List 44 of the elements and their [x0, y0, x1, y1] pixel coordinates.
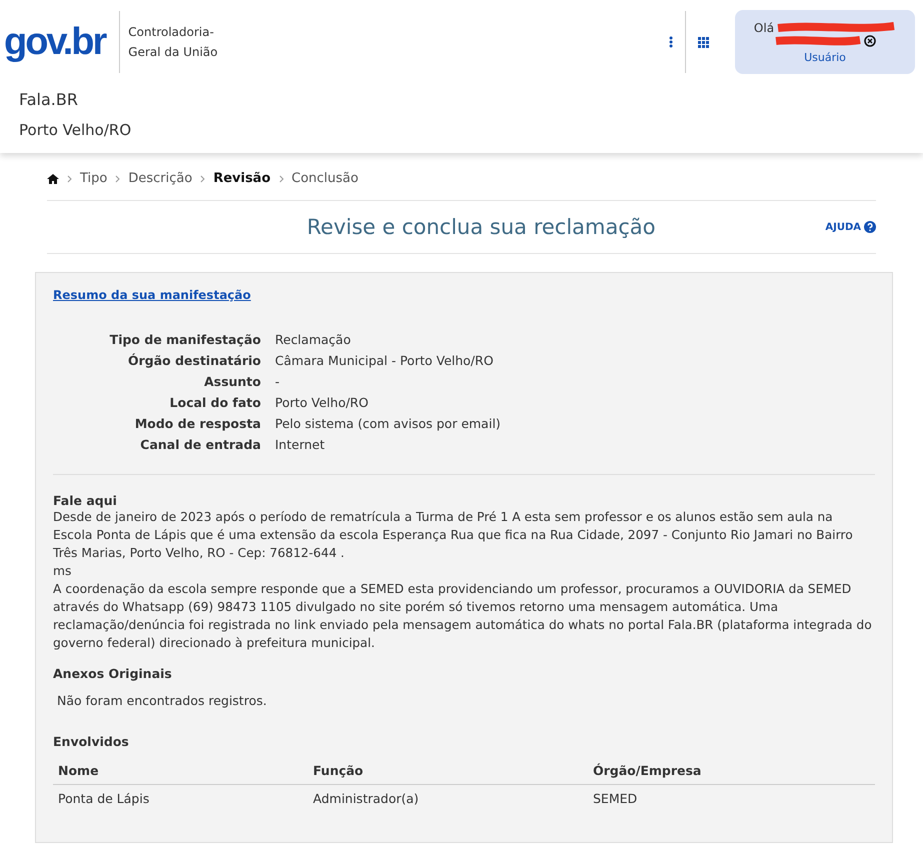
field-value: Pelo sistema (com avisos por email): [275, 416, 502, 431]
help-link[interactable]: AJUDA: [825, 221, 876, 233]
message-text: ms: [53, 563, 72, 580]
message-text: Desde de janeiro de 2023 após o período de rematrícula a Turma de Pré 1 A esta sem professor e os alunos estão sem aula na Escola Ponta de Lápis que é uma extensão da escola Esperança Rua que fica na Rua Cidade, 2097 - Conjunto Rio Jamari no Bairro Três Marias, Porto Velho, RO - Cep: 76812-644 .: [53, 509, 854, 562]
user-role: Usuário: [804, 50, 846, 64]
grid-icon: [698, 36, 709, 48]
page-title: Revise e conclua sua reclamação: [306, 215, 656, 239]
message-text: A coordenação da escola sempre responde que a SEMED esta providenciando um professor, procuramos a OUVIDORIA da SEMED através do Whatsapp (69) 98473 1105 divulgado no site porém só tivemos retorno uma mensagem automática. Uma reclamação/denúncia foi registrada no link enviado pela mensagem automática do whats no portal Fala.BR (plataforma integrada do governo federal) direcionado à prefeitura municipal.: [53, 581, 873, 652]
field-value: Câmara Municipal - Porto Velho/RO: [275, 353, 494, 368]
section-heading: Fale aqui: [53, 493, 118, 508]
field-label: Modo de resposta: [134, 416, 261, 431]
greeting: Olá: [754, 20, 774, 34]
column-header: Órgão/Empresa: [593, 763, 702, 778]
section-heading: Envolvidos: [53, 734, 130, 749]
summary-link[interactable]: Resumo da sua manifestação: [53, 288, 251, 302]
field-value: -: [275, 374, 281, 389]
field-value: Reclamação: [275, 332, 352, 347]
field-value: Internet: [275, 437, 326, 452]
field-label: Assunto: [203, 374, 261, 389]
table-cell-text: Administrador(a): [313, 791, 420, 806]
breadcrumb-item[interactable]: Descrição: [128, 171, 192, 186]
help-icon: [864, 221, 876, 233]
column-header: Função: [313, 763, 364, 778]
table-cell-text: SEMED: [593, 791, 638, 806]
empty-message: Não foram encontrados registros.: [57, 693, 268, 708]
breadcrumb-item[interactable]: Revisão: [213, 171, 271, 186]
logo[interactable]: gov.br: [4, 11, 120, 73]
user-card[interactable]: Olá Usuário: [735, 10, 915, 74]
organization-name: Controladoria- Geral da União: [127, 24, 218, 61]
vertical-dots-icon: [669, 36, 673, 48]
field-label: Local do fato: [168, 395, 261, 410]
breadcrumb-item[interactable]: Tipo: [80, 171, 108, 186]
field-value: Porto Velho/RO: [275, 395, 370, 410]
app-name: Fala.BR: [19, 90, 79, 109]
home-icon[interactable]: [47, 174, 59, 184]
section-heading: Anexos Originais: [53, 666, 173, 681]
table-cell-text: Ponta de Lápis: [58, 791, 150, 806]
field-label: Canal de entrada: [139, 437, 261, 452]
breadcrumb-item[interactable]: Conclusão: [292, 171, 358, 186]
field-label: Tipo de manifestação: [108, 332, 261, 347]
close-icon[interactable]: [864, 34, 876, 46]
location: Porto Velho/RO: [19, 121, 132, 139]
field-label: Órgão destinatário: [126, 353, 261, 368]
column-header: Nome: [58, 763, 100, 778]
